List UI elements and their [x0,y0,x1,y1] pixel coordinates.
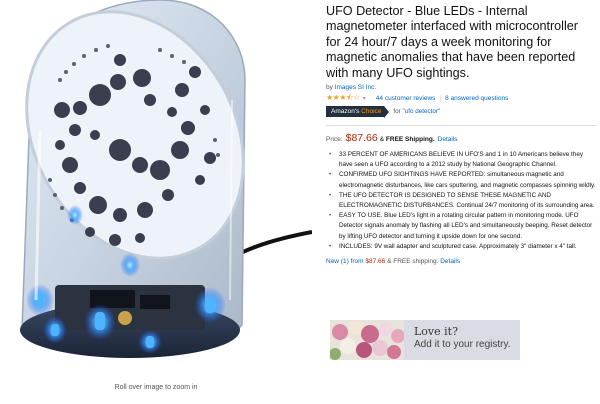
registry-headline: Love it? [414,325,458,338]
brand-link[interactable]: Images SI Inc. [335,84,377,91]
choice-row: Amazon's Choice for "ufo detector" [326,106,596,119]
amazons-choice-badge: Amazon's Choice [326,106,390,119]
new-offer-price: $87.66 [365,258,386,266]
star-rating[interactable]: ★★★⯪☆ [326,94,360,102]
list-item: 33 PERCENT OF AMERICANS BELIEVE IN UFO'S… [329,150,596,170]
list-item: CONFIRMED UFO SIGHTINGS HAVE REPORTED: s… [329,170,596,190]
list-item: INCLUDES: 9V wall adapter and sculptured… [329,242,596,252]
price-amount: $87.66 [345,132,378,145]
feature-bullets: 33 PERCENT OF AMERICANS BELIEVE IN UFO'S… [326,150,596,252]
divider: | [439,94,442,102]
flowers-image [330,320,404,360]
free-shipping: FREE Shipping. [385,136,435,144]
new-offer-details-link[interactable]: Details [440,258,460,265]
star-empty-icon: ☆ [353,93,360,103]
product-image[interactable] [0,0,312,378]
choice-for: for "ufo detector" [393,108,441,116]
zoom-hint: Roll over image to zoom in [114,384,198,391]
list-item: EASY TO USE. Blue LED's light in a rotat… [329,211,596,242]
price-row: Price: $87.66 & FREE Shipping. Details [326,132,458,145]
list-item: THE UFO DETECTOR IS DESIGNED TO SENSE TH… [329,191,596,211]
byline-prefix: by [326,84,333,92]
registry-subline: Add it to your registry. [414,339,511,350]
shipping-details-link[interactable]: Details [438,136,458,143]
product-title: UFO Detector - Blue LEDs - Internal magn… [326,4,578,80]
rating-row: ★★★⯪☆ ▾ 44 customer reviews | 8 answered… [326,94,596,102]
chevron-down-icon[interactable]: ▾ [363,95,366,102]
product-info: UFO Detector - Blue LEDs - Internal magn… [326,4,596,265]
new-offers-link[interactable]: New (1) from [326,258,364,265]
registry-text: Love it? Add it to your registry. [404,320,511,360]
registry-banner[interactable]: Love it? Add it to your registry. [330,320,520,360]
price-label: Price: [326,136,343,144]
star-icon: ★ [339,93,347,103]
star-icon: ★ [326,93,333,103]
choice-query-link[interactable]: "ufo detector" [403,108,441,115]
reviews-link[interactable]: 44 customer reviews [376,95,436,102]
byline: by Images SI Inc. [326,84,596,91]
divider [326,125,596,127]
new-offer-shipping: & FREE shipping. [387,258,439,266]
image-column: Roll over image to zoom in [0,0,312,404]
questions-link[interactable]: 8 answered questions [445,95,508,102]
new-offer-row: New (1) from $87.66 & FREE shipping. Det… [326,258,596,265]
